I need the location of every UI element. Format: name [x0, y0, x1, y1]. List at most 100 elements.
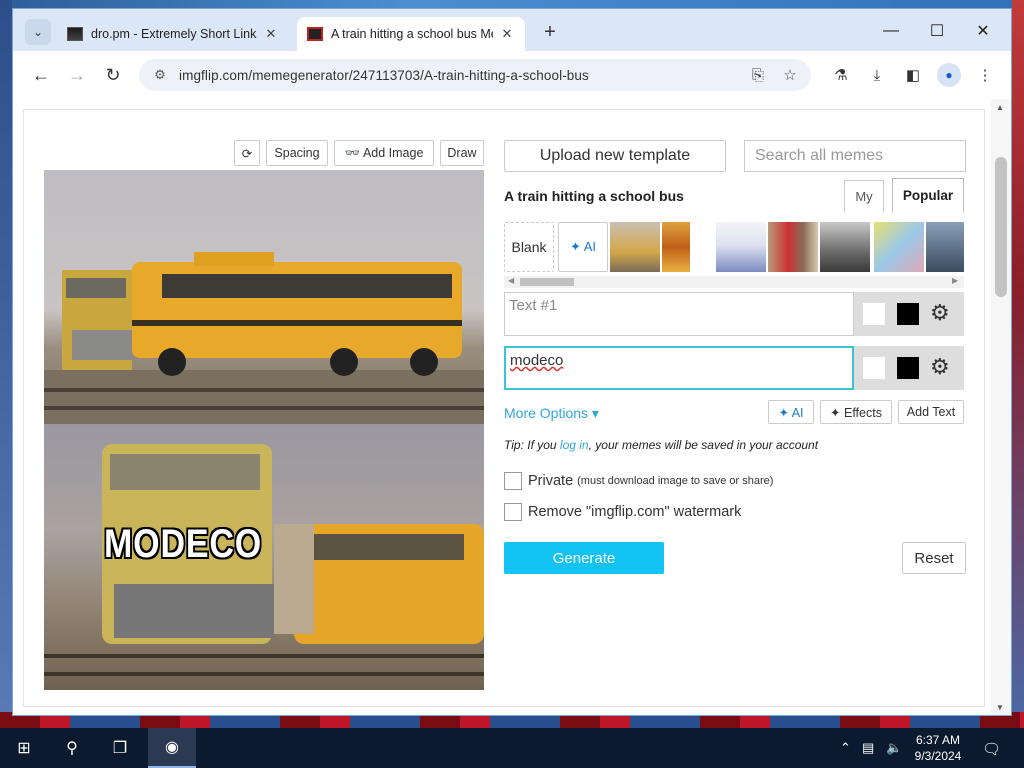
- text-1-outline-black-swatch[interactable]: [896, 302, 920, 326]
- imgflip-favicon-icon: [307, 27, 323, 41]
- download-icon[interactable]: ⤓: [865, 63, 889, 87]
- notifications-icon[interactable]: 🗨: [982, 740, 1001, 758]
- tab-dro-pm[interactable]: dro.pm - Extremely Short Links ✕: [57, 17, 289, 51]
- text-row-2: modeco ⚙: [504, 346, 964, 390]
- template-thumb-sad-man[interactable]: [820, 222, 870, 272]
- tab-imgflip[interactable]: A train hitting a school bus Meme Genera…: [297, 17, 525, 51]
- close-tab-icon[interactable]: ✕: [499, 26, 515, 42]
- meme-caption-text[interactable]: MODECO: [104, 522, 262, 567]
- template-thumb-distracted[interactable]: [768, 222, 818, 272]
- tab-search-button[interactable]: ⌄: [25, 19, 51, 45]
- chevron-up-icon[interactable]: ⌃: [840, 740, 851, 756]
- desktop-edge-left: [0, 0, 12, 728]
- scroll-up-icon[interactable]: ▲: [996, 103, 1004, 112]
- tab-my[interactable]: My: [844, 180, 884, 212]
- template-thumb-train-bus[interactable]: [610, 222, 660, 272]
- tab-title: dro.pm - Extremely Short Links: [91, 27, 257, 41]
- thumbnail-scroll-thumb[interactable]: [520, 278, 574, 286]
- template-thumb-comic[interactable]: [716, 222, 766, 272]
- text-1-gear-icon[interactable]: ⚙: [930, 300, 950, 326]
- reset-button[interactable]: Reset: [902, 542, 966, 574]
- dro-pm-favicon-icon: [67, 27, 83, 41]
- windows-start-icon[interactable]: ⊞: [0, 728, 48, 768]
- private-option[interactable]: Private (must download image to save or …: [504, 472, 773, 490]
- side-panel-icon[interactable]: ◧: [901, 63, 925, 87]
- template-thumb-other[interactable]: [926, 222, 964, 272]
- template-thumbnails: Blank ✦ AI: [504, 222, 964, 272]
- upload-template-button[interactable]: Upload new template: [504, 140, 726, 172]
- text-1-input[interactable]: Text #1: [504, 292, 854, 336]
- scroll-right-icon[interactable]: ▶: [952, 276, 958, 285]
- school-bus-train-illustration: [44, 252, 484, 424]
- minimize-icon[interactable]: —: [879, 19, 903, 43]
- watermark-label: Remove "imgflip.com" watermark: [528, 504, 742, 520]
- labs-flask-icon[interactable]: ⚗: [829, 63, 853, 87]
- add-image-button[interactable]: 👓 Add Image: [334, 140, 434, 166]
- meme-canvas[interactable]: MODECO: [44, 170, 484, 690]
- address-bar[interactable]: ⚙ imgflip.com/memegenerator/247113703/A-…: [139, 59, 811, 91]
- clock-time: 6:37 AM: [915, 733, 961, 747]
- install-app-icon[interactable]: ⎘: [747, 67, 769, 84]
- reload-icon[interactable]: ↻: [101, 63, 125, 87]
- menu-kebab-icon[interactable]: ⋮: [973, 63, 997, 87]
- search-memes-input[interactable]: Search all memes: [744, 140, 966, 172]
- network-icon[interactable]: ▤: [862, 740, 874, 756]
- text-row-1: Text #1 ⚙: [504, 292, 964, 336]
- template-thumb-cartoon[interactable]: [874, 222, 924, 272]
- draw-button[interactable]: Draw: [440, 140, 484, 166]
- page-scroll-thumb[interactable]: [995, 157, 1007, 297]
- effects-button[interactable]: ✦ Effects: [820, 400, 892, 424]
- text-2-value: modeco: [510, 352, 564, 369]
- template-thumb-drake[interactable]: [662, 222, 690, 272]
- watermark-checkbox[interactable]: [504, 503, 522, 521]
- text-2-color-white-swatch[interactable]: [862, 356, 886, 380]
- text-2-input[interactable]: modeco: [504, 346, 854, 390]
- back-arrow-icon[interactable]: ←: [29, 63, 53, 87]
- browser-toolbar: ← → ↻ ⚙ imgflip.com/memegenerator/247113…: [13, 51, 1011, 99]
- close-tab-icon[interactable]: ✕: [263, 26, 279, 42]
- add-text-button[interactable]: Add Text: [898, 400, 964, 424]
- chrome-taskbar-icon[interactable]: ◉: [148, 728, 196, 768]
- text-2-gear-icon[interactable]: ⚙: [930, 354, 950, 380]
- tab-popular[interactable]: Popular: [892, 178, 964, 212]
- meme-image-top-panel: [44, 170, 484, 424]
- new-tab-button[interactable]: +: [539, 21, 561, 44]
- system-clock[interactable]: 6:37 AM 9/3/2024: [906, 732, 970, 764]
- text-1-color-white-swatch[interactable]: [862, 302, 886, 326]
- profile-avatar-icon[interactable]: ●: [937, 63, 961, 87]
- tab-title: A train hitting a school bus Meme Genera…: [331, 27, 493, 41]
- bookmark-star-icon[interactable]: ☆: [779, 66, 801, 84]
- browser-window: ⌄ dro.pm - Extremely Short Links ✕ A tra…: [12, 8, 1012, 716]
- scroll-down-icon[interactable]: ▼: [996, 703, 1004, 712]
- volume-muted-icon[interactable]: 🔈: [886, 740, 902, 756]
- template-title: A train hitting a school bus: [504, 188, 684, 204]
- page-scrollbar[interactable]: ▲ ▼: [991, 99, 1011, 715]
- tip-prefix: Tip: If you: [504, 438, 560, 452]
- site-settings-icon[interactable]: ⚙: [151, 67, 169, 83]
- thumbnail-scrollbar[interactable]: ◀ ▶: [504, 276, 964, 288]
- spacing-button[interactable]: Spacing: [266, 140, 328, 166]
- private-checkbox[interactable]: [504, 472, 522, 490]
- ai-template-button[interactable]: ✦ AI: [558, 222, 608, 272]
- ai-text-button[interactable]: ✦ AI: [768, 400, 814, 424]
- text-2-outline-black-swatch[interactable]: [896, 356, 920, 380]
- text-1-placeholder: Text #1: [509, 297, 558, 314]
- blank-template-button[interactable]: Blank: [504, 222, 554, 272]
- more-options-link[interactable]: More Options ▾: [504, 405, 599, 422]
- login-link[interactable]: log in: [560, 438, 589, 452]
- url-text[interactable]: imgflip.com/memegenerator/247113703/A-tr…: [179, 68, 747, 83]
- forward-arrow-icon[interactable]: →: [65, 63, 89, 87]
- scroll-left-icon[interactable]: ◀: [508, 276, 514, 285]
- chevron-down-icon: ⌄: [32, 25, 44, 39]
- meme-generator-page: ⟳ Spacing 👓 Add Image Draw MODECO Upload…: [23, 109, 985, 707]
- generate-button[interactable]: Generate: [504, 542, 664, 574]
- clock-date: 9/3/2024: [914, 749, 962, 763]
- tab-strip: ⌄ dro.pm - Extremely Short Links ✕ A tra…: [13, 9, 1011, 51]
- task-view-icon[interactable]: ❐: [96, 728, 144, 768]
- search-icon[interactable]: ⚲: [48, 728, 96, 768]
- close-window-icon[interactable]: ✕: [971, 19, 995, 43]
- private-note: (must download image to save or share): [577, 475, 774, 487]
- watermark-option[interactable]: Remove "imgflip.com" watermark: [504, 503, 741, 521]
- rotate-icon[interactable]: ⟳: [234, 140, 260, 166]
- maximize-icon[interactable]: ☐: [925, 19, 949, 43]
